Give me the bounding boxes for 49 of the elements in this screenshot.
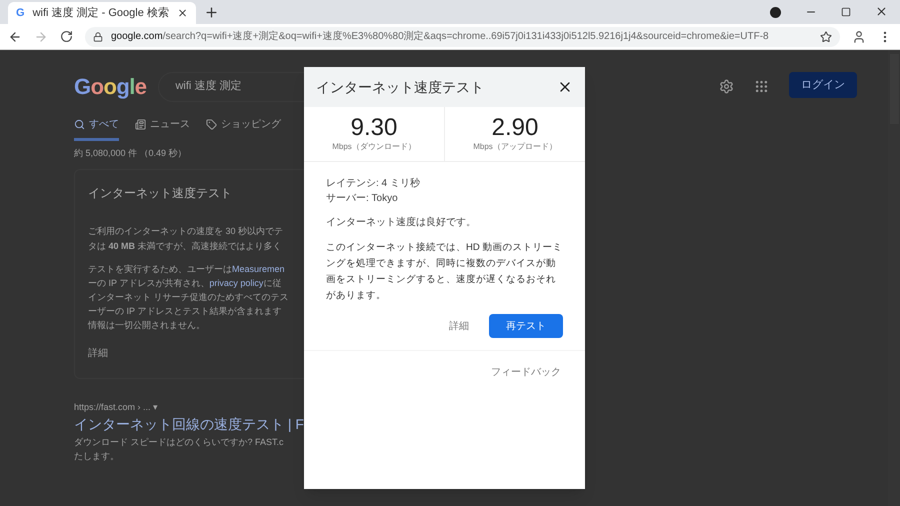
server-text: サーバー: Tokyo	[326, 192, 399, 206]
settings-icon[interactable]	[719, 79, 734, 94]
tab-title: wifi 速度 測定 - Google 検索	[32, 6, 169, 21]
new-tab-icon[interactable]	[204, 5, 219, 20]
card-link[interactable]: privacy policy	[209, 276, 264, 290]
newspaper-icon	[135, 119, 146, 130]
search-tab[interactable]: すべて	[74, 117, 119, 141]
result-snippet: たします。	[74, 450, 120, 463]
restore-icon[interactable]	[841, 7, 851, 17]
card-text-line: インターネット リサーチ促進のためすべてのテス	[88, 290, 290, 304]
details-link[interactable]: 詳細	[88, 346, 108, 360]
speed-unit-label: Mbps（ダウンロード）	[332, 141, 416, 153]
card-text-line: ーの IP アドレスが共有され、	[88, 276, 210, 290]
speed-value: 9.30	[350, 115, 398, 141]
card-text-line: に従	[263, 276, 282, 288]
card-text-line: ーザーの IP アドレスとテスト結果が含まれます	[88, 304, 282, 318]
result-snippet: ダウンロード スピードはどのくらいですか? FAST.c	[74, 436, 285, 449]
card-text-line: テストを実行するため、ユーザーは	[88, 262, 232, 276]
card-link[interactable]: Measuremen	[232, 262, 285, 276]
reload-icon[interactable]	[60, 30, 73, 43]
profile-icon[interactable]	[852, 30, 866, 44]
search-icon	[74, 119, 85, 130]
lock-icon	[93, 32, 103, 42]
description-text: このインターネット接続では、HD 動画のストリーミングを処理できますが、同時に複数のデバイスが動画をストリーミングすると、速度が遅くなるおそれがあります。	[326, 241, 563, 303]
close-window-icon[interactable]	[875, 5, 888, 18]
tag-icon	[206, 119, 217, 130]
close-icon[interactable]	[176, 7, 188, 19]
bookmark-star-icon[interactable]	[820, 30, 832, 42]
google-favicon-icon: G	[16, 4, 25, 22]
speed-unit-label: Mbps（アップロード）	[473, 141, 557, 153]
back-icon[interactable]	[8, 30, 22, 44]
latency-text: レイテンシ: 4 ミリ秒	[326, 176, 421, 191]
speed-value: 2.90	[492, 115, 538, 141]
summary-text: インターネット速度は良好です。	[326, 216, 477, 230]
search-tab[interactable]: ニュース	[135, 117, 190, 141]
card-text-line: 情報は一切公開されません。	[88, 318, 206, 332]
card-text-line: ご利用のインターネットの速度を 30 秒以内でテ	[88, 224, 284, 238]
card-title: インターネット速度テスト	[88, 184, 233, 202]
browser-tab[interactable]: G wifi 速度 測定 - Google 検索	[8, 2, 196, 24]
apps-grid-icon[interactable]	[754, 79, 769, 94]
address-bar[interactable]: google.com/search?q=wifi+速度+測定&oq=wifi+速度%E3%80%80測定&aqs=chrome..69i57j0i131i433j0i512l5.9216j1j4&sourceid=chrome&ie=UTF-8	[85, 26, 840, 46]
google-logo[interactable]: Google	[74, 70, 146, 103]
url-text: google.com/search?q=wifi+速度+測定&oq=wifi+速度%E3%80%80測定&aqs=chrome..69i57j0i131i433j0i512l5.9216j1j4&sourceid=chrome&ie=UTF-8	[111, 30, 769, 44]
retest-button[interactable]: 再テスト	[489, 314, 563, 338]
feedback-link[interactable]: フィードバック	[491, 365, 561, 380]
details-link[interactable]: 詳細	[449, 318, 469, 334]
search-tab[interactable]: ショッピング	[206, 117, 281, 141]
login-button[interactable]: ログイン	[789, 72, 857, 98]
card-text-line: タは 40 MB 未満ですが、高速接続ではより多く	[88, 240, 283, 252]
